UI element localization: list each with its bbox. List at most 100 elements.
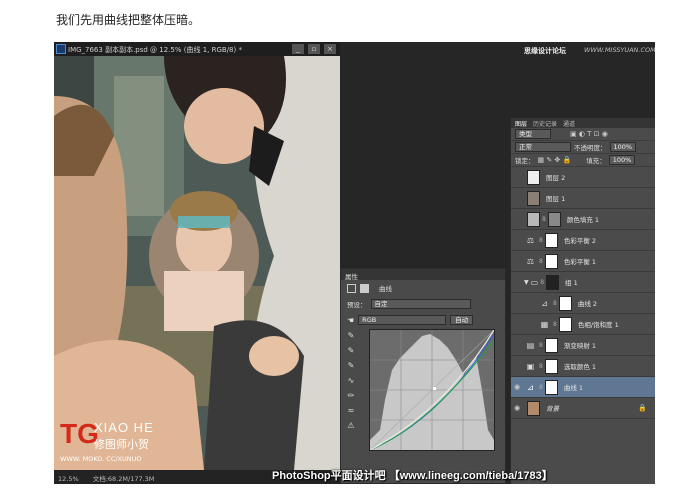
eyedropper-black-icon[interactable]: ✎ xyxy=(346,331,356,341)
doc-size: 文档:68.2M/177.3M xyxy=(92,475,155,483)
link-icon: 8 xyxy=(539,341,543,349)
tab-history[interactable]: 历史记录 xyxy=(533,119,557,128)
layer-row[interactable]: 图层 1 xyxy=(511,188,655,209)
wedding-photo xyxy=(54,56,340,470)
channel-row: ☚ RGB 自动 xyxy=(341,312,505,328)
mask-icon xyxy=(360,283,369,293)
eyedropper-gray-icon[interactable]: ✎ xyxy=(346,346,356,356)
visibility-toggle[interactable] xyxy=(514,172,524,182)
curve-graph[interactable] xyxy=(369,329,495,451)
layer-row[interactable]: 8 颜色填充 1 xyxy=(511,209,655,230)
zoom-level[interactable]: 12.5% xyxy=(58,475,79,483)
visibility-toggle[interactable] xyxy=(514,256,524,266)
adjustment-name: 曲线 xyxy=(379,285,392,293)
layer-name: 渐变映射 1 xyxy=(563,342,597,350)
tab-channels[interactable]: 通道 xyxy=(563,119,575,128)
layer-name: 图层 2 xyxy=(546,174,566,182)
link-icon: 8 xyxy=(539,236,543,244)
document-title: IMG_7663 副本副本.psd @ 12.5% (曲线 1, RGB/8) … xyxy=(68,46,242,54)
link-icon: 8 xyxy=(539,257,543,265)
fill-label: 填充： xyxy=(586,157,606,165)
layer-name: 色彩平衡 1 xyxy=(563,258,597,266)
properties-tab[interactable]: 属性 xyxy=(341,269,505,281)
layer-row[interactable]: 图层 2 xyxy=(511,167,655,188)
link-icon: 8 xyxy=(539,362,543,370)
layer-row[interactable]: ◉ 背景 🔒 xyxy=(511,398,655,419)
lock-icons[interactable]: ▦ ✎ ✥ 🔒 xyxy=(538,156,572,164)
layer-row[interactable]: ▤ 8 渐变映射 1 xyxy=(511,335,655,356)
eye-icon[interactable]: ◉ xyxy=(514,382,524,392)
fill-input[interactable]: 100% xyxy=(608,155,636,165)
layer-row[interactable]: ▦ 8 色相/饱和度 1 xyxy=(511,314,655,335)
watermark-name-en: XIAO HE xyxy=(94,420,154,435)
color-balance-icon: ⚖ xyxy=(526,256,535,266)
gradient-map-icon: ▤ xyxy=(526,340,535,350)
folder-icon: ▭ xyxy=(530,277,539,287)
tab-layers[interactable]: 图层 xyxy=(515,119,527,128)
layer-row[interactable]: ▣ 8 选取颜色 1 xyxy=(511,356,655,377)
link-icon: 8 xyxy=(553,299,557,307)
smooth-icon[interactable]: ≈ xyxy=(346,406,356,416)
layer-row[interactable]: ⚖ 8 色彩平衡 2 xyxy=(511,230,655,251)
visibility-toggle[interactable] xyxy=(514,361,524,371)
curve-point-icon[interactable]: ∿ xyxy=(346,376,356,386)
layer-thumbnail xyxy=(527,400,540,416)
visibility-toggle[interactable] xyxy=(514,298,524,308)
layers-panel: 图层 历史记录 通道 类型 ▣ ◐ T ⊡ ◉ 正常 不透明度： 100% 锁定… xyxy=(510,118,655,484)
blend-mode-select[interactable]: 正常 xyxy=(515,142,571,152)
layer-mask xyxy=(544,358,558,374)
lock-row: 锁定： ▦ ✎ ✥ 🔒 填充： 100% xyxy=(511,154,655,167)
layer-mask xyxy=(544,232,558,248)
properties-panel: 属性 曲线 预设： 自定 ☚ RGB 自动 ✎ ✎ ✎ ∿ ✏ ≈ ⚠ xyxy=(340,268,506,484)
layer-name: 选取颜色 1 xyxy=(563,363,597,371)
pencil-icon[interactable]: ✏ xyxy=(346,391,356,401)
layer-row-selected[interactable]: ◉ ⊿ 8 曲线 1 xyxy=(511,377,655,398)
opacity-input[interactable]: 100% xyxy=(609,142,637,152)
preset-select[interactable]: 自定 xyxy=(370,299,471,309)
visibility-toggle[interactable] xyxy=(514,277,524,287)
visibility-toggle[interactable] xyxy=(514,193,524,203)
preset-label: 预设： xyxy=(347,301,367,309)
group-expand-icon[interactable]: ▼ xyxy=(524,279,529,286)
target-hand-icon[interactable]: ☚ xyxy=(347,316,354,325)
layer-name: 背景 xyxy=(546,405,559,413)
document-tab[interactable]: IMG_7663 副本副本.psd @ 12.5% (曲线 1, RGB/8) … xyxy=(54,42,340,56)
preset-row: 预设： 自定 xyxy=(341,296,505,312)
eyedropper-white-icon[interactable]: ✎ xyxy=(346,361,356,371)
maximize-button[interactable]: ▫ xyxy=(308,44,320,54)
layer-thumbnail xyxy=(527,169,540,185)
eye-icon[interactable]: ◉ xyxy=(514,403,524,413)
visibility-toggle[interactable] xyxy=(514,340,524,350)
layer-mask xyxy=(544,253,558,269)
layer-row[interactable]: ⚖ 8 色彩平衡 1 xyxy=(511,251,655,272)
credit-site: 思缘设计论坛 xyxy=(524,47,566,55)
photo-canvas[interactable] xyxy=(54,56,340,470)
layer-name: 组 1 xyxy=(565,279,578,287)
blend-row: 正常 不透明度： 100% xyxy=(511,141,655,154)
layer-thumbnail xyxy=(527,211,540,227)
layer-mask xyxy=(558,316,572,332)
filter-icons[interactable]: ▣ ◐ T ⊡ ◉ xyxy=(570,130,608,138)
visibility-toggle[interactable] xyxy=(514,214,524,224)
credit-url: WWW.MISSYUAN.COM xyxy=(584,46,655,54)
window-buttons: _ ▫ × xyxy=(292,44,336,54)
visibility-toggle[interactable] xyxy=(514,235,524,245)
channel-select[interactable]: RGB xyxy=(358,315,447,325)
curve-graph-svg xyxy=(369,329,495,451)
layer-row[interactable]: ▼ ▭ 8 组 1 xyxy=(511,272,655,293)
layer-name: 图层 1 xyxy=(546,195,566,203)
watermark-url: WWW. MOKO. CC/XUNUO xyxy=(60,455,142,463)
watermark-bottom: PhotoShop平面设计吧 【www.lineeg.com/tieba/178… xyxy=(272,470,553,482)
close-button[interactable]: × xyxy=(324,44,336,54)
filter-kind-select[interactable]: 类型 xyxy=(515,129,551,139)
color-balance-icon: ⚖ xyxy=(526,235,535,245)
visibility-toggle[interactable] xyxy=(514,319,524,329)
lock-label: 锁定： xyxy=(515,157,535,165)
layer-row[interactable]: ⊿ 8 曲线 2 xyxy=(511,293,655,314)
layer-name: 曲线 1 xyxy=(563,384,584,392)
selective-color-icon: ▣ xyxy=(526,361,535,371)
curves-icon: ⊿ xyxy=(541,298,548,308)
intro-text: 我们先用曲线把整体压暗。 xyxy=(56,13,201,27)
auto-button[interactable]: 自动 xyxy=(450,315,474,325)
minimize-button[interactable]: _ xyxy=(292,44,304,54)
